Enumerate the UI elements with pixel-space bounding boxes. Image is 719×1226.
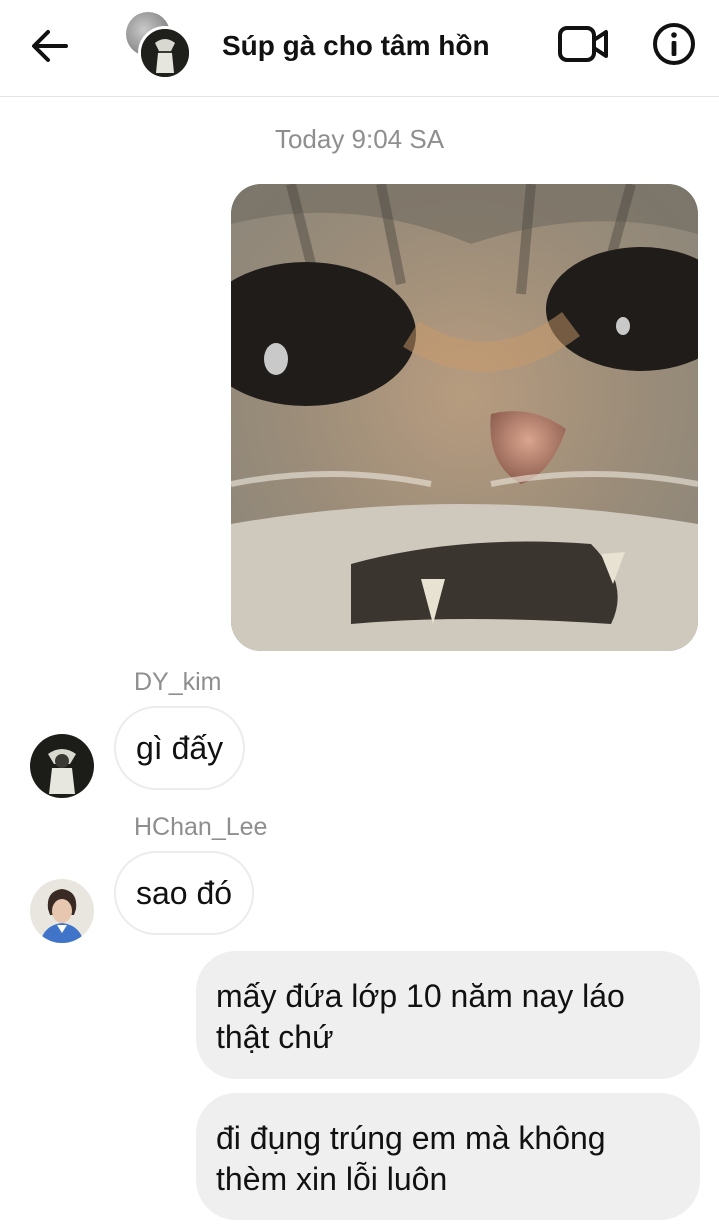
cat-face-sticker[interactable] [231, 184, 698, 651]
message-bubble-incoming[interactable]: sao đó [114, 851, 255, 935]
info-button[interactable] [650, 20, 698, 68]
message-bubble-outgoing[interactable]: mấy đứa lớp 10 năm nay láo thật chứ [196, 951, 700, 1079]
sender-name: HChan_Lee [134, 813, 268, 841]
info-icon [653, 23, 695, 65]
chat-header: Súp gà cho tâm hồn [0, 0, 719, 97]
avatar-hchan-lee[interactable] [30, 879, 94, 943]
back-button[interactable] [28, 26, 72, 66]
message-timestamp: Today 9:04 SA [274, 124, 445, 154]
sender-name: DY_kim [134, 668, 222, 696]
message-text-line: đi đụng trúng em mà không [216, 1120, 606, 1156]
message-bubble-outgoing[interactable]: đi đụng trúng em mà không thèm xin lỗi l… [196, 1093, 700, 1220]
video-call-icon [558, 26, 608, 62]
message-bubble-incoming[interactable]: gì đấy [114, 706, 246, 790]
message-text-line: thật chứ [216, 1019, 334, 1055]
avatar-dy-kim[interactable] [30, 734, 94, 798]
group-avatar-front [138, 26, 192, 80]
message-text-line: mấy đứa lớp 10 năm nay láo [216, 978, 625, 1014]
video-call-button[interactable] [556, 22, 612, 66]
arrow-left-icon [32, 30, 68, 62]
chat-title[interactable]: Súp gà cho tâm hồn [222, 30, 490, 62]
message-text-line: thèm xin lỗi luôn [216, 1161, 448, 1197]
group-avatar[interactable] [124, 12, 192, 80]
